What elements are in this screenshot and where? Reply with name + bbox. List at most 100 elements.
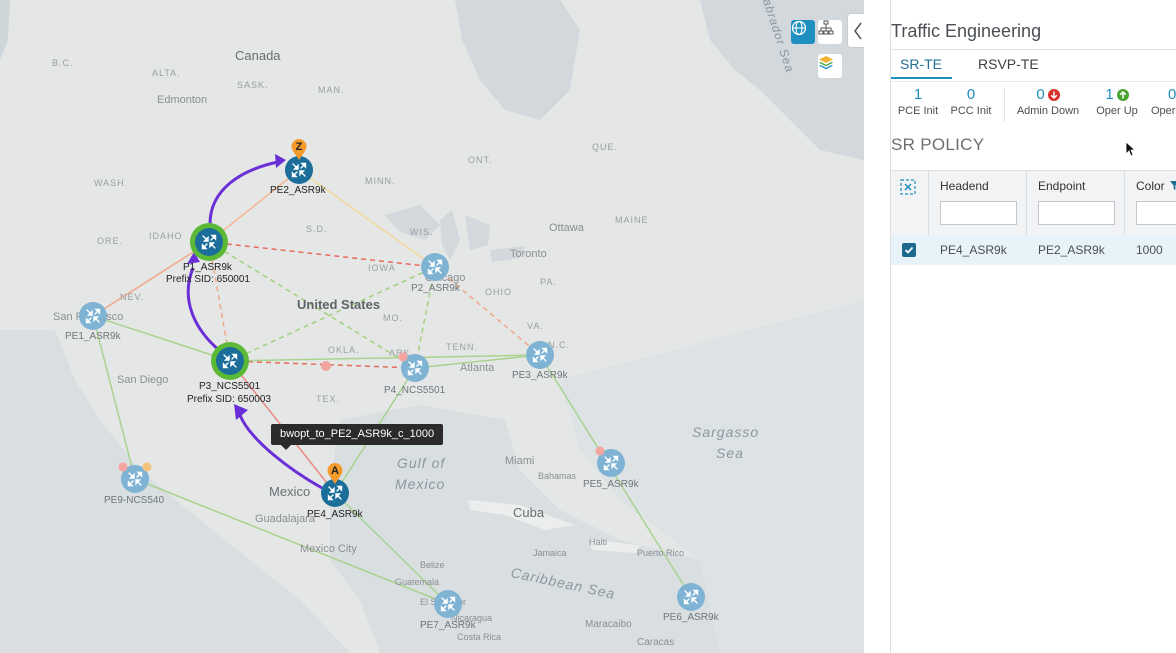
map-label-united-states: United States <box>297 297 381 312</box>
map-label-alta: ALTA. <box>152 68 181 78</box>
select-all-icon[interactable] <box>900 179 916 195</box>
map-label-puerto-rico: Puerto Rico <box>637 548 685 558</box>
map-label-okla: OKLA. <box>328 345 360 355</box>
map-label-gulf-line1: Gulf of <box>397 455 446 471</box>
stat-pcc-init[interactable]: 0 PCC Init <box>949 86 993 117</box>
checkmark-icon <box>904 246 914 254</box>
globe-icon[interactable] <box>791 20 815 44</box>
alarm-badges-pe9 <box>118 462 152 472</box>
map-label-ohio: OHIO <box>485 287 513 297</box>
tab-bar: SR-TE RSVP-TE <box>891 49 1176 80</box>
node-label-pe9: PE9-NCS540 <box>104 495 165 506</box>
stat-admin-down[interactable]: 0 Admin Down <box>1015 86 1081 117</box>
map-label-atlanta: Atlanta <box>460 362 495 374</box>
map-label-san-diego: San Diego <box>117 374 169 386</box>
column-endpoint[interactable]: Endpoint <box>1026 171 1125 235</box>
node-p1[interactable] <box>189 222 229 262</box>
map-label-wash: WASH. <box>94 178 129 188</box>
cell-color: 1000 <box>1136 243 1163 257</box>
map-label-miami: Miami <box>505 455 535 467</box>
node-label-pe3: PE3_ASR9k <box>512 370 568 381</box>
map-label-cuba: Cuba <box>513 505 545 520</box>
topology-icon[interactable] <box>818 20 842 44</box>
stat-oper-up[interactable]: 1 Oper Up <box>1093 86 1141 117</box>
map-label-idaho: IDAHO <box>149 231 183 241</box>
endpoint-marker-z: Z <box>290 139 308 161</box>
stat-pce-init[interactable]: 1 PCE Init <box>897 86 939 117</box>
tab-rsvp-te[interactable]: RSVP-TE <box>978 56 1039 72</box>
node-label-pe7: PE7_ASR9k <box>420 620 476 631</box>
mouse-cursor-icon <box>1126 142 1136 157</box>
layers-icon[interactable] <box>818 54 842 78</box>
node-label-p1-sid: Prefix SID: 650001 <box>166 274 250 285</box>
endpoint-filter-input[interactable] <box>1038 201 1115 225</box>
policy-stats: 1 PCE Init 0 PCC Init 0 Admin Down 1 Ope… <box>891 81 1176 126</box>
node-pe6[interactable] <box>676 582 706 612</box>
color-filter-input[interactable] <box>1136 201 1176 225</box>
active-tab-indicator <box>891 77 952 79</box>
cell-headend: PE4_ASR9k <box>940 243 1007 257</box>
node-p3[interactable] <box>210 341 250 381</box>
row-checkbox[interactable] <box>902 243 916 257</box>
map-label-nev: NEV. <box>120 292 145 302</box>
map-background <box>0 0 864 653</box>
tab-sr-te[interactable]: SR-TE <box>900 56 942 72</box>
column-headend[interactable]: Headend <box>928 171 1027 235</box>
map-label-costa-rica: Costa Rica <box>457 632 502 642</box>
map-label-minn: MINN. <box>365 176 396 186</box>
headend-filter-input[interactable] <box>940 201 1017 225</box>
alarm-badge-pe5 <box>595 446 605 456</box>
map-label-belize: Belize <box>420 560 445 570</box>
map-label-mexico-city: Mexico City <box>300 543 357 555</box>
node-label-pe1: PE1_ASR9k <box>65 331 121 342</box>
column-color[interactable]: Color <box>1124 171 1176 235</box>
up-arrow-icon <box>1116 88 1129 101</box>
map-label-caracas: Caracas <box>637 637 675 648</box>
filter-icon[interactable] <box>1170 181 1176 190</box>
map-label-sargasso-line2: Sea <box>716 445 744 461</box>
map-label-toronto: Toronto <box>510 248 547 260</box>
map-label-pa: PA. <box>540 277 557 287</box>
node-label-p4: P4_NCS5501 <box>384 385 446 396</box>
node-pe3[interactable] <box>525 340 555 370</box>
down-arrow-icon <box>1047 88 1060 101</box>
stat-oper[interactable]: 0 Oper <box>1151 86 1176 117</box>
traffic-engineering-panel: Traffic Engineering SR-TE RSVP-TE 1 PCE … <box>864 0 1176 653</box>
section-title-sr-policy: SR POLICY <box>891 135 985 154</box>
node-label-p2: P2_ASR9k <box>411 283 460 294</box>
panel-title: Traffic Engineering <box>891 21 1042 41</box>
map-label-tenn: TENN. <box>446 342 478 352</box>
map-label-wis: WIS. <box>410 227 434 237</box>
map-label-sargasso-line1: Sargasso <box>692 424 760 440</box>
map-label-ore: ORE. <box>97 236 124 246</box>
map-label-va: VA. <box>527 321 544 331</box>
map-label-mo: MO. <box>383 313 403 323</box>
map-label-bc: B.C. <box>52 58 74 68</box>
map-label-tex: TEX. <box>316 394 341 404</box>
map-label-gulf-line2: Mexico <box>395 476 446 492</box>
table-row[interactable]: PE4_ASR9k PE2_ASR9k 1000 <box>891 235 1176 265</box>
map-label-maracaibo: Maracaibo <box>585 619 632 630</box>
map-label-canada: Canada <box>235 48 281 63</box>
topology-map[interactable]: Canada B.C. ALTA. SASK. Edmonton MAN. ON… <box>0 0 864 653</box>
map-label-jamaica: Jamaica <box>533 548 567 558</box>
map-label-haiti: Haiti <box>589 537 608 547</box>
select-all-column <box>891 171 928 235</box>
node-label-pe2: PE2_ASR9k <box>270 185 326 196</box>
map-label-sd: S.D. <box>306 224 328 234</box>
node-p2[interactable] <box>420 252 450 282</box>
policy-tooltip: bwopt_to_PE2_ASR9k_c_1000 <box>271 424 444 450</box>
node-label-pe6: PE6_ASR9k <box>663 612 719 623</box>
node-pe1[interactable] <box>78 301 108 331</box>
map-label-mexico: Mexico <box>269 484 311 499</box>
map-label-que: QUE. <box>592 142 619 152</box>
node-label-pe4: PE4_ASR9k <box>307 509 363 520</box>
map-label-guatemala: Guatemala <box>395 577 440 587</box>
node-pe7[interactable] <box>433 589 463 619</box>
map-label-bahamas: Bahamas <box>538 471 577 481</box>
cell-endpoint: PE2_ASR9k <box>1038 243 1105 257</box>
node-label-p1: P1_ASR9k <box>183 262 232 273</box>
map-label-ont: ONT. <box>468 155 493 165</box>
stat-divider <box>1004 88 1005 122</box>
endpoint-marker-a: A <box>326 463 344 485</box>
